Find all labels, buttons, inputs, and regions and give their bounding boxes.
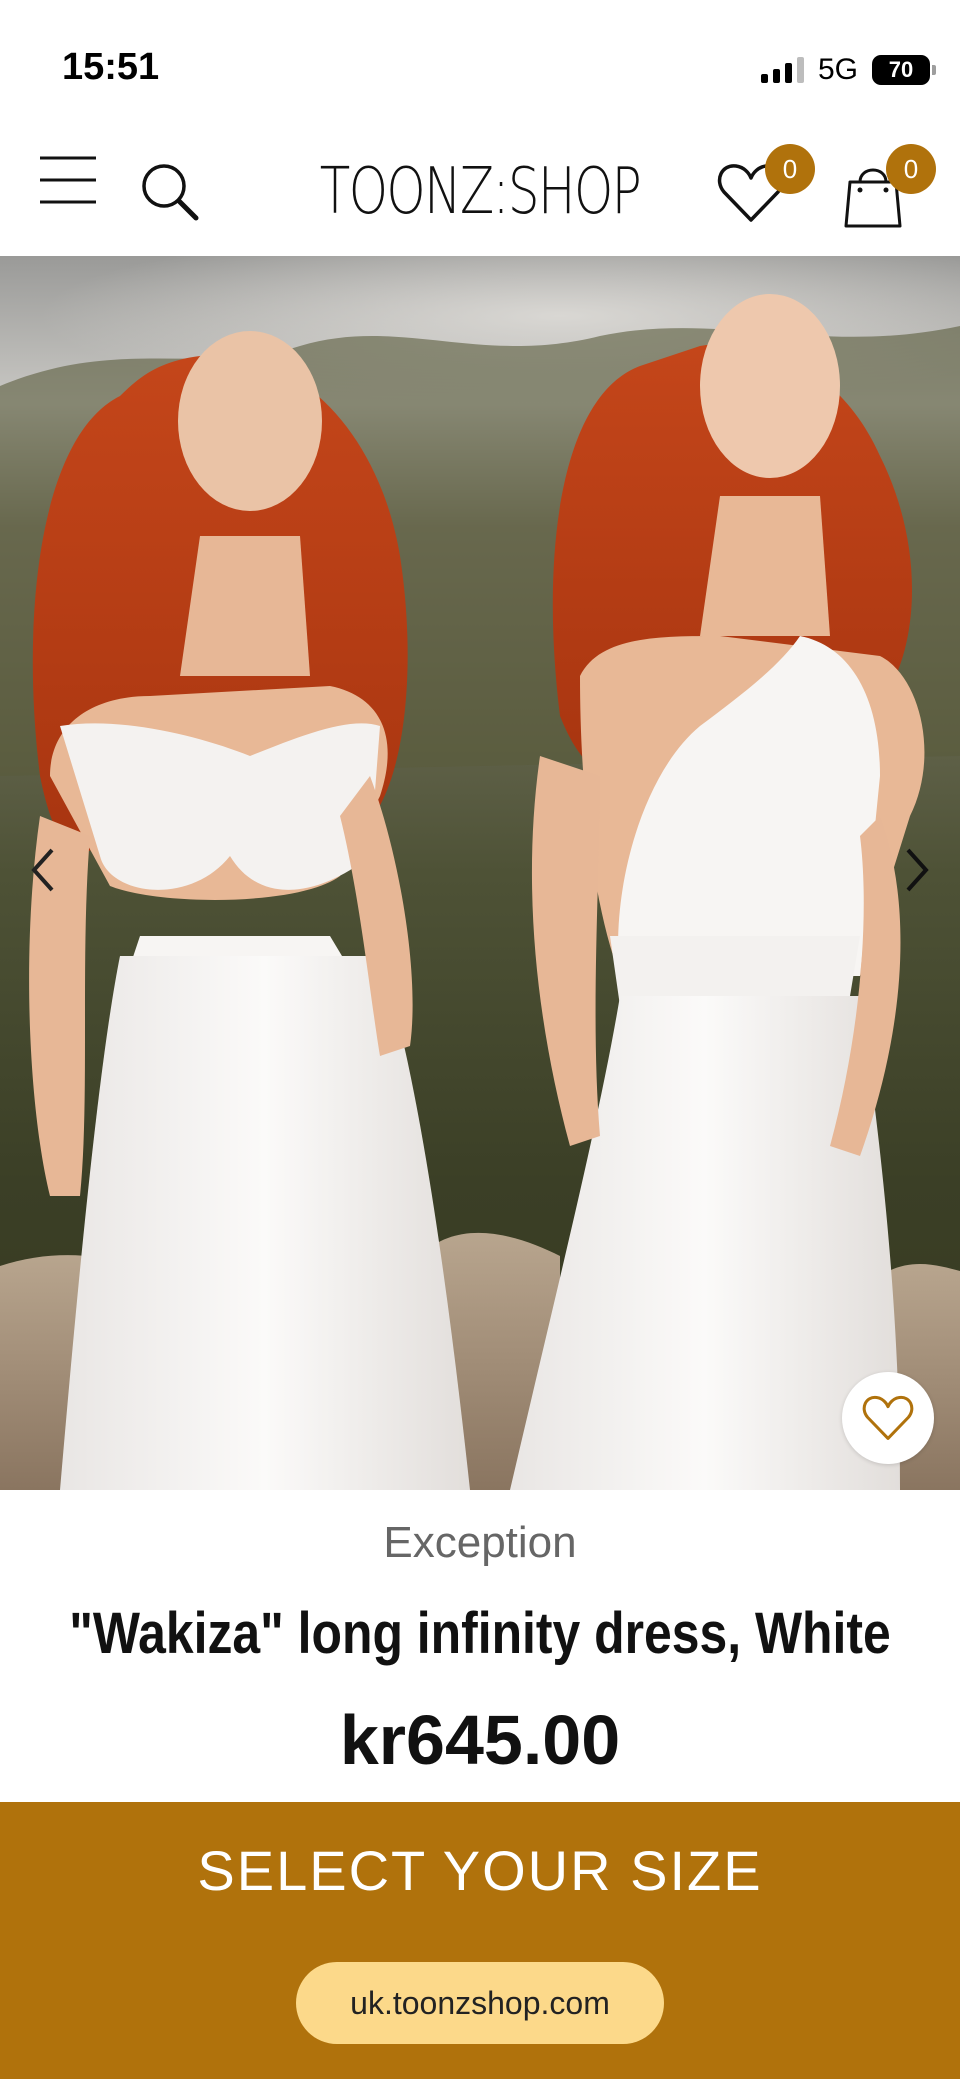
battery-level: 70: [888, 57, 914, 82]
chevron-left-icon: [31, 848, 54, 892]
product-brand[interactable]: Exception: [0, 1518, 960, 1568]
product-image[interactable]: [0, 256, 960, 1490]
network-label: 5G: [817, 53, 858, 86]
wishlist-count-badge: 0: [765, 144, 815, 194]
product-title: "Wakiza" long infinity dress, White: [69, 1601, 891, 1666]
status-bar: 15:51 5G 70: [0, 0, 960, 130]
cart-count-badge: 0: [886, 144, 936, 194]
product-price: kr645.00: [339, 1701, 621, 1779]
signal-icon: [760, 57, 804, 83]
product-photo: [0, 256, 960, 1490]
chevron-right-icon: [906, 848, 929, 892]
select-size-button[interactable]: SELECT YOUR SIZE: [0, 1838, 960, 1903]
heart-icon: [862, 1396, 914, 1440]
battery-icon: 70: [872, 55, 936, 85]
menu-icon: [40, 156, 96, 204]
browser-url-bar[interactable]: uk.toonzshop.com: [296, 1962, 664, 2044]
site-header: TOONZ:SHOP: [0, 130, 960, 256]
menu-button[interactable]: [38, 154, 98, 206]
search-icon: [142, 164, 199, 221]
add-to-wishlist-button[interactable]: [842, 1372, 934, 1464]
next-image-button[interactable]: [896, 840, 936, 900]
status-time: 15:51: [62, 46, 160, 88]
site-logo[interactable]: TOONZ:SHOP: [320, 150, 642, 234]
previous-image-button[interactable]: [24, 840, 64, 900]
search-button[interactable]: [136, 158, 202, 224]
status-indicators: 5G 70: [760, 52, 936, 88]
select-size-bar: SELECT YOUR SIZE uk.toonzshop.com: [0, 1802, 960, 2079]
